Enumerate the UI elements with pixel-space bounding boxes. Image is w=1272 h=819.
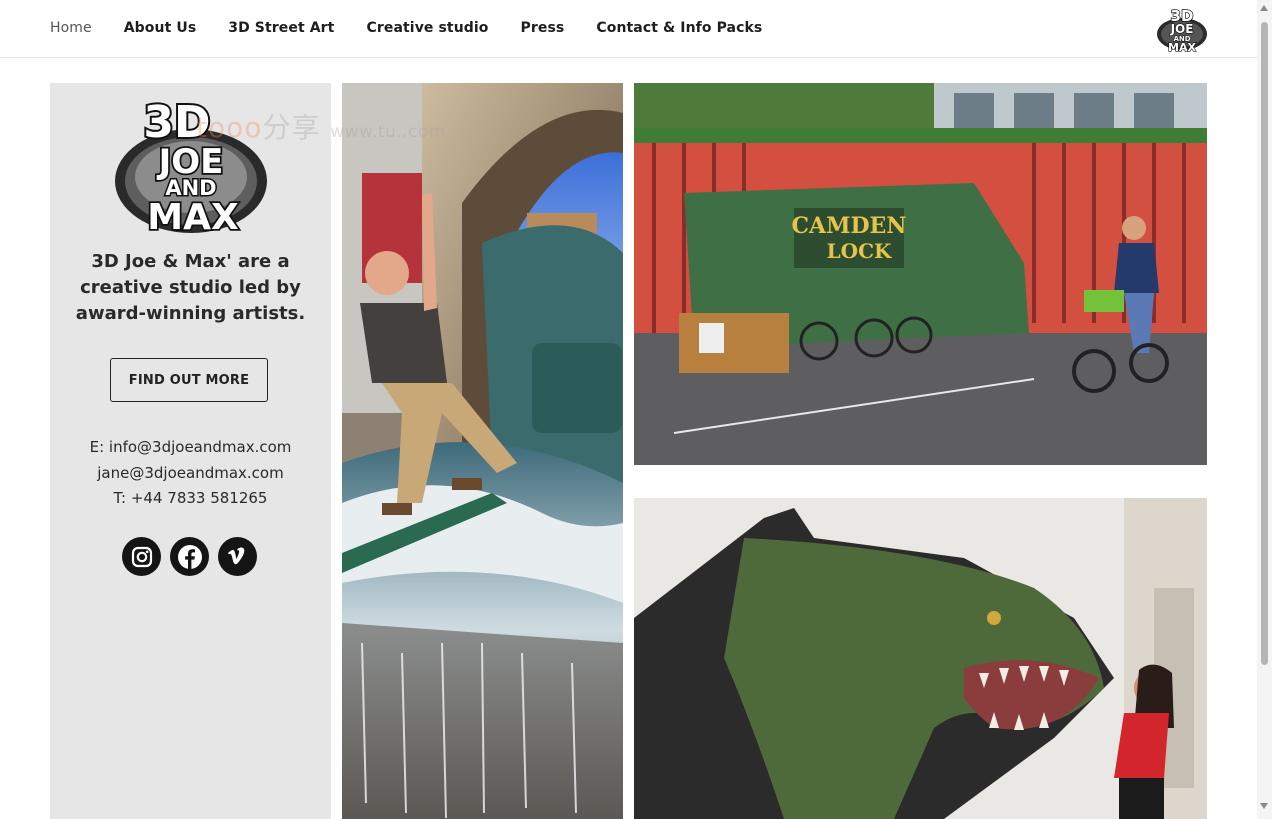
big-logo-max-text: MAX [147, 197, 239, 235]
facebook-icon [177, 544, 202, 569]
social-links [122, 537, 259, 577]
intro-tagline: 3D Joe & Max' are a creative studio led … [75, 251, 306, 324]
nav-contact-info-packs[interactable]: Contact & Info Packs [596, 20, 762, 36]
scroll-up-arrow-icon[interactable] [1260, 5, 1268, 11]
wave-surfer-image [342, 83, 623, 819]
contact-phone[interactable]: T: +44 7833 581265 [50, 486, 331, 512]
vimeo-icon [227, 546, 244, 564]
camden-sign-line1: CAMDEN [792, 213, 907, 239]
instagram-icon [131, 546, 152, 567]
logo-max-text: MAX [1168, 41, 1196, 52]
header-logo-icon: 3D JOE AND MAX [1157, 6, 1207, 55]
contact-email-jane[interactable]: jane@3djoeandmax.com [50, 461, 331, 487]
instagram-link[interactable] [122, 537, 161, 576]
logo-joe-text: JOE [1170, 22, 1194, 36]
camden-lock-image: CAMDEN LOCK [634, 83, 1207, 465]
main-nav: Home About Us 3D Street Art Creative stu… [50, 0, 794, 55]
intro-panel: 3D JOE AND MAX 3D Joe & Max' are a creat… [50, 83, 331, 819]
header-logo-link[interactable]: 3D JOE AND MAX [1155, 4, 1209, 55]
facebook-link[interactable] [170, 537, 209, 576]
find-out-more-button[interactable]: FIND OUT MORE [110, 358, 268, 402]
nav-about-us[interactable]: About Us [124, 20, 197, 36]
scroll-down-arrow-icon[interactable] [1260, 803, 1268, 809]
trex-mural-image [634, 498, 1207, 819]
main-logo: 3D JOE AND MAX [115, 95, 267, 235]
nav-press[interactable]: Press [521, 20, 565, 36]
scroll-thumb[interactable] [1261, 22, 1268, 665]
vimeo-link[interactable] [218, 537, 257, 576]
camden-sign-line2: LOCK [827, 239, 892, 263]
page-scrollbar[interactable] [1257, 0, 1272, 819]
nav-3d-street-art[interactable]: 3D Street Art [228, 20, 334, 36]
contact-email-info[interactable]: E: info@3djoeandmax.com [50, 435, 331, 461]
big-logo-3d-text: 3D [143, 97, 210, 148]
photo-trex-mural[interactable] [634, 498, 1207, 819]
nav-creative-studio[interactable]: Creative studio [366, 20, 488, 36]
top-navigation-bar: Home About Us 3D Street Art Creative stu… [0, 0, 1257, 58]
photo-wave-surfer[interactable] [342, 83, 623, 819]
nav-home[interactable]: Home [50, 20, 92, 36]
photo-camden-lock-van[interactable]: CAMDEN LOCK [634, 83, 1207, 465]
contact-details: E: info@3djoeandmax.com jane@3djoeandmax… [50, 435, 331, 512]
